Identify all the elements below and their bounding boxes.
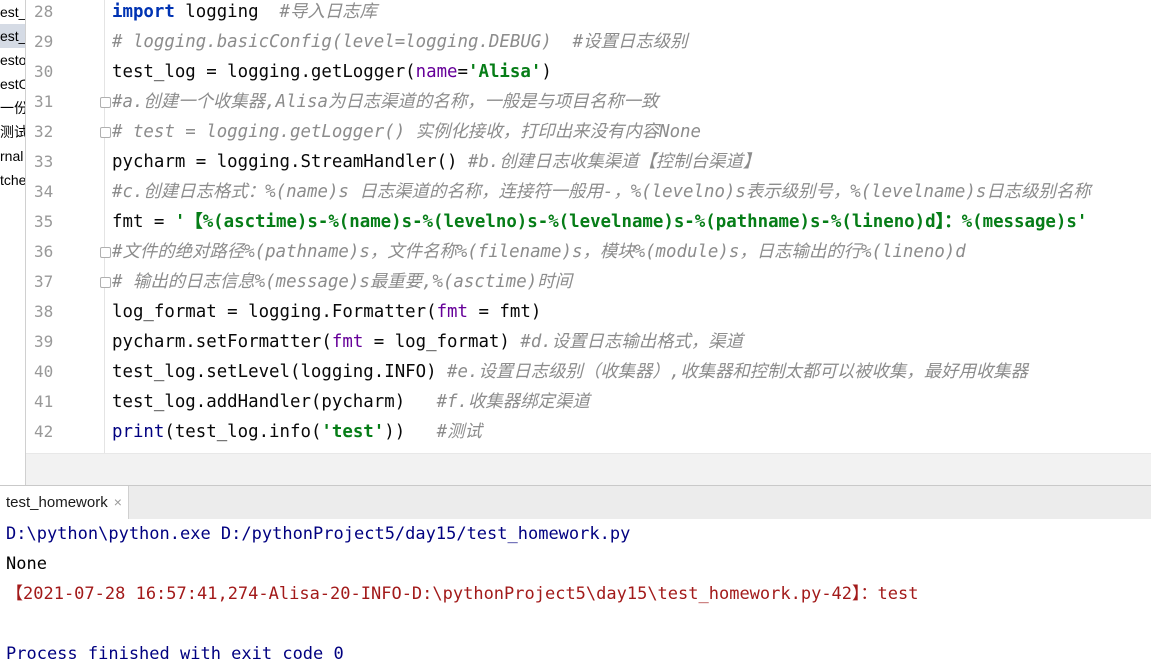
- line-number: 28: [34, 2, 54, 21]
- code-token: test_log = logging.getLogger(: [112, 62, 416, 82]
- code-token: fmt: [331, 332, 364, 352]
- code-token: pycharm = logging.StreamHandler(): [112, 152, 468, 172]
- console-line: Process finished with exit code 0: [6, 644, 344, 664]
- line-number: 29: [34, 32, 54, 51]
- project-tree-item[interactable]: est_: [0, 24, 25, 48]
- code-editor[interactable]: est_est_estoestO一份流测试报rnaltche 282930313…: [0, 0, 1151, 486]
- fold-icon[interactable]: [100, 127, 111, 138]
- code-line: test_log.addHandler(pycharm) #f.收集器绑定渠道: [112, 387, 590, 417]
- code-line: import logging #导入日志库: [112, 0, 377, 27]
- code-token: #f.收集器绑定渠道: [436, 392, 590, 412]
- code-token: #b.创建日志收集渠道【控制台渠道】: [467, 152, 761, 172]
- code-token: #导入日志库: [279, 2, 377, 22]
- code-token: name: [415, 62, 458, 82]
- line-number: 36: [34, 242, 54, 261]
- code-line: test_log.setLevel(logging.INFO) #e.设置日志级…: [112, 357, 1028, 387]
- code-line: # test = logging.getLogger() 实例化接收，打印出来没…: [112, 117, 701, 147]
- code-token: # test = logging.getLogger() 实例化接收，打印出来没…: [112, 122, 701, 142]
- console-line: D:\python\python.exe D:/pythonProject5/d…: [6, 524, 631, 544]
- code-token: test_log.addHandler(pycharm): [112, 392, 437, 412]
- run-tab-label: test_homework: [6, 494, 108, 511]
- code-token: print: [112, 422, 165, 442]
- code-line: fmt = '【%(asctime)s-%(name)s-%(levelno)s…: [112, 207, 1087, 237]
- project-tree-item[interactable]: tche: [0, 168, 25, 192]
- code-token: # logging.basicConfig(level=logging.DEBU…: [112, 32, 688, 52]
- console-line: 【2021-07-28 16:57:41,274-Alisa-20-INFO-D…: [6, 584, 919, 604]
- code-token: logging: [174, 2, 280, 22]
- line-number: 41: [34, 392, 54, 411]
- code-token: = fmt): [468, 302, 542, 322]
- run-console[interactable]: D:\python\python.exe D:/pythonProject5/d…: [0, 519, 1151, 671]
- line-number-gutter: 28 29 30 31 32 33 34 35 36 37 38 39 40 41 42: [26, 0, 105, 453]
- line-number: 35: [34, 212, 54, 231]
- code-token: ): [541, 62, 552, 82]
- fold-icon[interactable]: [100, 247, 111, 258]
- code-token: # 输出的日志信息%(message)s最重要,%(asctime)时间: [112, 272, 572, 292]
- fold-icon[interactable]: [100, 277, 111, 288]
- close-icon[interactable]: ×: [114, 494, 122, 510]
- code-line: print(test_log.info('test')) #测试: [112, 417, 482, 447]
- code-token: #文件的绝对路径%(pathname)s，文件名称%(filename)s，模块…: [112, 242, 966, 262]
- code-token: #d.设置日志输出格式，渠道: [520, 332, 744, 352]
- tab-test-homework[interactable]: test_homework ×: [0, 486, 129, 519]
- project-tree-item[interactable]: est_: [0, 0, 25, 24]
- project-tree-panel[interactable]: est_est_estoestO一份流测试报rnaltche: [0, 0, 26, 485]
- line-number: 39: [34, 332, 54, 351]
- code-line: #文件的绝对路径%(pathname)s，文件名称%(filename)s，模块…: [112, 237, 966, 267]
- code-line: pycharm.setFormatter(fmt = log_format) #…: [112, 327, 743, 357]
- code-token: fmt: [436, 302, 468, 322]
- code-token: )): [384, 422, 437, 442]
- run-tool-window-tabbar: test_homework ×: [0, 485, 1151, 520]
- code-token: 'test': [321, 422, 385, 442]
- line-number: 30: [34, 62, 54, 81]
- code-token: fmt =: [112, 212, 175, 232]
- code-token: =: [457, 62, 469, 82]
- console-line: None: [6, 554, 47, 574]
- code-token: = log_format): [363, 332, 521, 352]
- line-number: 38: [34, 302, 54, 321]
- code-token: #c.创建日志格式：%(name)s 日志渠道的名称，连接符一般用-，%(lev…: [112, 182, 1091, 202]
- code-token: 'Alisa': [468, 62, 542, 82]
- project-tree-item[interactable]: estO: [0, 72, 25, 96]
- code-token: #测试: [436, 422, 482, 442]
- line-number: 31: [34, 92, 54, 111]
- project-tree-item[interactable]: 测试报: [0, 120, 25, 144]
- code-token: test_log.setLevel(logging.INFO): [112, 362, 448, 382]
- code-token: pycharm.setFormatter(: [112, 332, 332, 352]
- code-token: '【%(asctime)s-%(name)s-%(levelno)s-%(lev…: [174, 212, 1088, 232]
- code-line: pycharm = logging.StreamHandler() #b.创建日…: [112, 147, 760, 177]
- code-token: #a.创建一个收集器,Alisa为日志渠道的名称，一般是与项目名称一致: [112, 92, 659, 112]
- line-number: 33: [34, 152, 54, 171]
- code-area[interactable]: import logging #导入日志库 # logging.basicConf…: [112, 0, 1151, 453]
- code-token: log_format = logging.Formatter(: [112, 302, 437, 322]
- line-number: 42: [34, 422, 54, 441]
- code-line: test_log = logging.getLogger(name='Alisa…: [112, 57, 552, 87]
- code-line: # 输出的日志信息%(message)s最重要,%(asctime)时间: [112, 267, 572, 297]
- code-line: # logging.basicConfig(level=logging.DEBU…: [112, 27, 688, 57]
- code-line: log_format = logging.Formatter(fmt = fmt…: [112, 297, 541, 327]
- line-number: 40: [34, 362, 54, 381]
- code-token: (test_log.info(: [164, 422, 322, 442]
- code-token: import: [112, 2, 175, 22]
- code-line: #a.创建一个收集器,Alisa为日志渠道的名称，一般是与项目名称一致: [112, 87, 658, 117]
- line-number: 32: [34, 122, 54, 141]
- code-line: #c.创建日志格式：%(name)s 日志渠道的名称，连接符一般用-，%(lev…: [112, 177, 1091, 207]
- code-token: #e.设置日志级别（收集器）,收集器和控制太都可以被收集，最好用收集器: [447, 362, 1029, 382]
- line-number: 34: [34, 182, 54, 201]
- project-tree-item[interactable]: rnal: [0, 144, 23, 168]
- project-tree-item[interactable]: 一份流: [0, 96, 25, 120]
- project-tree-item[interactable]: esto: [0, 48, 25, 72]
- line-number: 37: [34, 272, 54, 291]
- editor-bottom-space: [26, 453, 1151, 486]
- fold-icon[interactable]: [100, 97, 111, 108]
